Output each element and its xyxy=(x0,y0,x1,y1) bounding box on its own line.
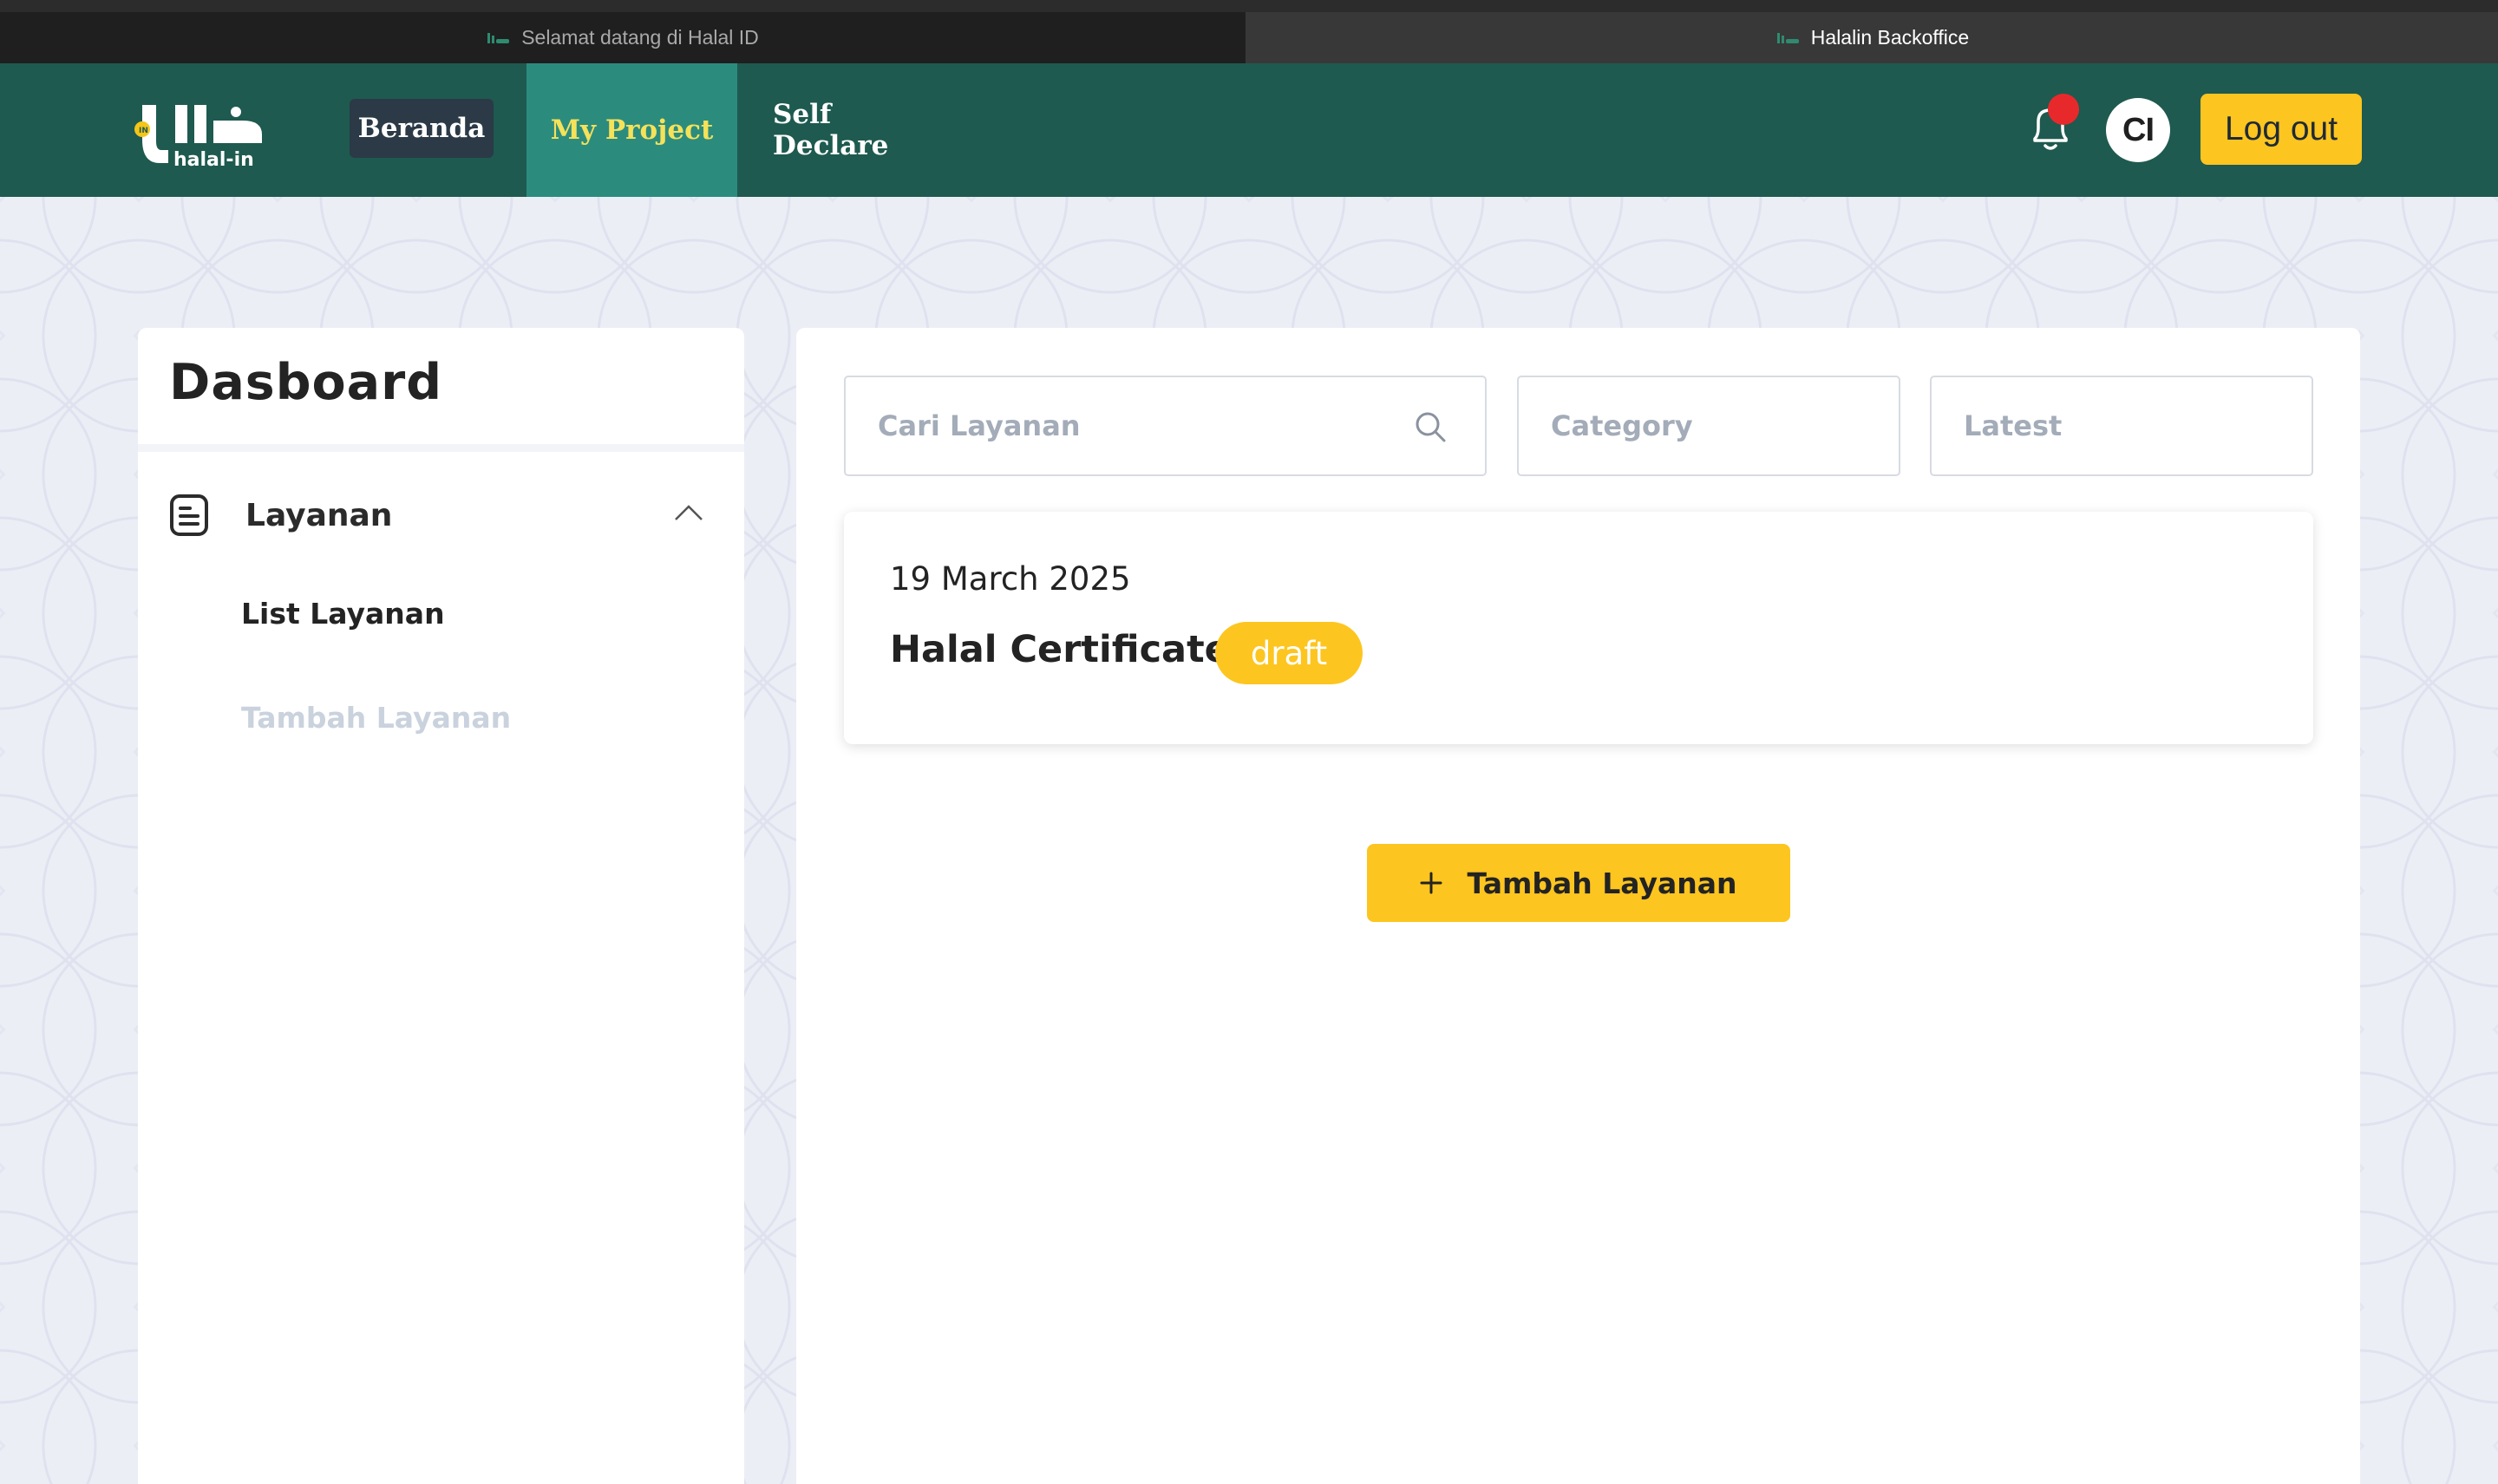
sidebar-item-tambah-layanan[interactable]: Tambah Layanan xyxy=(241,701,511,735)
app-header: IN halal-in Beranda My Project Self Decl… xyxy=(0,63,2498,197)
nav-self-declare[interactable]: Self Declare xyxy=(773,63,929,197)
sidebar-group-label: Layanan xyxy=(245,497,393,533)
avatar[interactable]: CI xyxy=(2106,98,2170,162)
service-date: 19 March 2025 xyxy=(890,560,1131,598)
search-icon[interactable] xyxy=(1414,410,1447,443)
logo-text: halal-in xyxy=(173,149,254,171)
search-input[interactable]: Cari Layanan xyxy=(844,376,1487,476)
document-icon xyxy=(170,494,208,536)
chevron-up-icon[interactable] xyxy=(674,503,703,522)
halal-in-logo[interactable]: IN halal-in xyxy=(130,89,269,172)
nav-beranda[interactable]: Beranda xyxy=(350,99,494,158)
add-service-button[interactable]: Tambah Layanan xyxy=(1367,844,1790,922)
sort-select[interactable]: Latest xyxy=(1930,376,2313,476)
nav-my-project[interactable]: My Project xyxy=(526,63,737,197)
sidebar-title: Dasboard xyxy=(169,354,443,411)
search-placeholder: Cari Layanan xyxy=(878,409,1081,442)
browser-tab-bar: Selamat datang di Halal ID Halalin Backo… xyxy=(0,0,2498,63)
main-panel: Cari Layanan Category Latest 19 March 20… xyxy=(796,328,2360,1484)
browser-tab-title: Selamat datang di Halal ID xyxy=(521,26,759,49)
status-badge: draft xyxy=(1215,622,1363,684)
service-title: Halal Certificate xyxy=(890,628,1230,671)
plus-icon xyxy=(1420,872,1442,894)
add-service-label: Tambah Layanan xyxy=(1467,866,1737,900)
halal-favicon-icon xyxy=(487,32,510,43)
sort-value: Latest xyxy=(1964,409,2063,442)
category-select[interactable]: Category xyxy=(1517,376,1900,476)
halal-favicon-icon xyxy=(1776,32,1799,43)
divider xyxy=(138,444,744,452)
sidebar-group-layanan[interactable]: Layanan xyxy=(169,489,712,541)
sidebar-item-list-layanan[interactable]: List Layanan xyxy=(241,597,445,631)
svg-text:IN: IN xyxy=(139,127,148,135)
browser-tab-title: Halalin Backoffice xyxy=(1810,26,1970,49)
logout-button[interactable]: Log out xyxy=(2200,94,2362,165)
browser-tab-active[interactable]: Halalin Backoffice xyxy=(1247,12,2498,63)
category-placeholder: Category xyxy=(1551,409,1693,442)
service-card[interactable]: 19 March 2025 Halal Certificate draft xyxy=(844,512,2313,744)
browser-tab[interactable]: Selamat datang di Halal ID xyxy=(0,12,1246,63)
notification-badge xyxy=(2048,94,2079,125)
sidebar: Dasboard Layanan List Layanan Tambah Lay… xyxy=(138,328,744,1484)
